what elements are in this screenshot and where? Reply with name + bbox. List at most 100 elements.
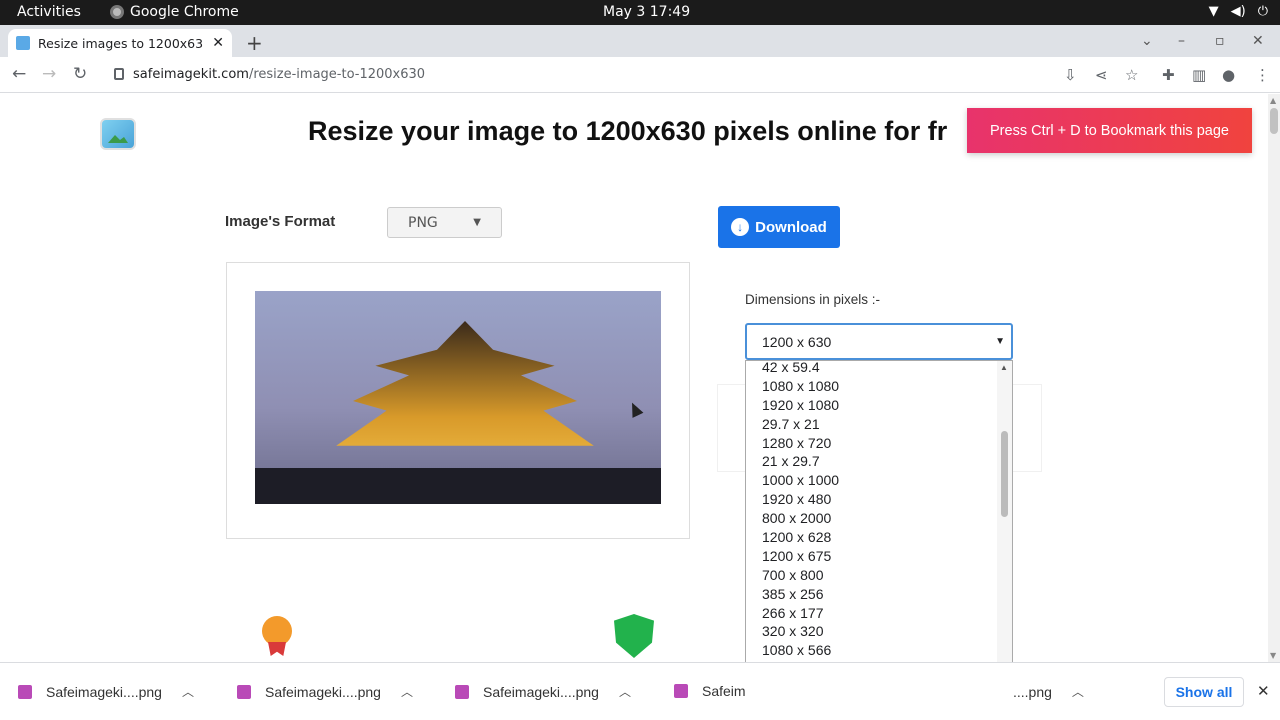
- download-button[interactable]: ↓ Download: [718, 206, 840, 248]
- dropdown-option[interactable]: 266 x 177: [746, 604, 998, 623]
- dimensions-value: 1200 x 630: [762, 333, 832, 350]
- close-downloads-icon[interactable]: ✕: [1257, 682, 1270, 700]
- dropdown-option[interactable]: 1000 x 1000: [746, 471, 998, 490]
- tab-close-icon[interactable]: ✕: [212, 35, 224, 51]
- dropdown-option[interactable]: 21 x 29.7: [746, 452, 998, 471]
- volume-icon: ◀): [1230, 4, 1246, 19]
- chrome-icon: [110, 5, 124, 19]
- scroll-up-icon[interactable]: ▲: [1000, 363, 1008, 372]
- dropdown-option[interactable]: 320 x 320: [746, 622, 998, 641]
- lock-icon[interactable]: [114, 68, 124, 80]
- reload-icon[interactable]: ↻: [73, 64, 87, 84]
- image-file-icon: [455, 684, 469, 699]
- dropdown-option[interactable]: 700 x 800: [746, 566, 998, 585]
- image-preview: [226, 262, 690, 539]
- download-item[interactable]: Safeimageki....png ︿: [237, 683, 413, 700]
- app-name: Google Chrome: [130, 4, 239, 20]
- bookmark-banner[interactable]: Press Ctrl + D to Bookmark this page: [967, 108, 1252, 153]
- dropdown-option[interactable]: 1200 x 628: [746, 528, 998, 547]
- award-badge-icon: [262, 616, 292, 646]
- scroll-down-icon[interactable]: ▼: [1270, 651, 1276, 660]
- dropdown-option[interactable]: 1200 x 675: [746, 547, 998, 566]
- download-filename: Safeimageki....png: [483, 683, 599, 700]
- chevron-up-icon[interactable]: ︿: [401, 683, 413, 700]
- menu-icon[interactable]: ⋮: [1255, 66, 1270, 84]
- download-item[interactable]: Safeimageki....png ︿: [18, 683, 194, 700]
- download-item[interactable]: Safeim: [674, 683, 746, 699]
- forward-icon[interactable]: →: [42, 64, 56, 84]
- download-filename: Safeim: [702, 683, 746, 699]
- tab-search-icon[interactable]: ⌄: [1141, 33, 1153, 49]
- tab-active[interactable]: Resize images to 1200x63 ✕: [8, 29, 232, 57]
- site-favicon-icon: [16, 36, 30, 50]
- wifi-icon: ▼: [1208, 4, 1219, 19]
- activities-button[interactable]: Activities: [17, 4, 81, 20]
- side-panel-icon[interactable]: ▥: [1192, 66, 1206, 84]
- address-bar[interactable]: safeimagekit.com/resize-image-to-1200x63…: [133, 67, 425, 82]
- downloads-bar: Safeimageki....png ︿ Safeimageki....png …: [0, 662, 1280, 720]
- tab-title: Resize images to 1200x63: [38, 35, 204, 51]
- dropdown-option[interactable]: 800 x 2000: [746, 509, 998, 528]
- url-domain: safeimagekit.com: [133, 67, 249, 82]
- chevron-up-icon[interactable]: ︿: [182, 683, 194, 700]
- page-title: Resize your image to 1200x630 pixels onl…: [308, 116, 948, 146]
- download-item[interactable]: Safeimageki....png ︿: [455, 683, 631, 700]
- app-menu[interactable]: Google Chrome: [110, 4, 239, 20]
- dimensions-select[interactable]: 1200 x 630 ▼: [745, 323, 1013, 360]
- download-label: Download: [755, 218, 827, 236]
- security-shield-icon: [614, 614, 654, 658]
- dropdown-option[interactable]: 1080 x 1080: [746, 377, 998, 396]
- dimensions-label: Dimensions in pixels :-: [745, 292, 881, 307]
- scroll-thumb[interactable]: [1001, 431, 1008, 517]
- dropdown-option[interactable]: 1080 x 566: [746, 641, 998, 660]
- extensions-icon[interactable]: ✚: [1162, 66, 1175, 84]
- image-file-icon: [674, 684, 688, 698]
- dropdown-option[interactable]: 42 x 59.4: [746, 361, 998, 377]
- dropdown-scrollbar[interactable]: ▲ ▼: [997, 361, 1012, 662]
- page-scroll-thumb[interactable]: [1270, 108, 1278, 134]
- dropdown-option[interactable]: 1280 x 720: [746, 434, 998, 453]
- url-path: /resize-image-to-1200x630: [248, 67, 426, 82]
- format-label: Image's Format: [225, 213, 336, 230]
- image-file-icon: [18, 684, 32, 699]
- dropdown-option[interactable]: 1920 x 1080: [746, 396, 998, 415]
- browser-toolbar: ← → ↻ safeimagekit.com/resize-image-to-1…: [0, 57, 1280, 93]
- clock[interactable]: May 3 17:49: [603, 4, 690, 20]
- chevron-down-icon: ▼: [995, 336, 1005, 347]
- building-base: [255, 468, 661, 504]
- scroll-up-icon[interactable]: ▲: [1270, 96, 1276, 105]
- install-icon[interactable]: ⇩: [1064, 66, 1077, 84]
- tab-strip: Resize images to 1200x63 ✕ + ⌄ – ▫ ✕: [0, 25, 1280, 57]
- chevron-down-icon: ▼: [473, 217, 481, 228]
- download-item[interactable]: ....png ︿: [1013, 683, 1084, 700]
- page-content: Resize your image to 1200x630 pixels onl…: [0, 94, 1268, 662]
- preview-image: [255, 291, 661, 504]
- minimize-icon[interactable]: –: [1178, 33, 1185, 49]
- dropdown-option[interactable]: 29.7 x 21: [746, 415, 998, 434]
- close-window-icon[interactable]: ✕: [1252, 33, 1264, 49]
- download-filename: ....png: [1013, 683, 1052, 700]
- dropdown-option[interactable]: 1920 x 480: [746, 490, 998, 509]
- new-tab-button[interactable]: +: [246, 31, 263, 55]
- site-logo-icon[interactable]: [100, 118, 136, 150]
- share-icon[interactable]: ⋖: [1095, 66, 1108, 84]
- power-icon: ⏻: [1257, 4, 1268, 19]
- dropdown-options: 42 x 59.4 1080 x 1080 1920 x 1080 29.7 x 21…: [746, 361, 998, 662]
- dimensions-dropdown[interactable]: 42 x 59.4 1080 x 1080 1920 x 1080 29.7 x 21…: [745, 360, 1013, 662]
- chevron-up-icon[interactable]: ︿: [619, 683, 631, 700]
- system-tray[interactable]: ▼ ◀) ⏻: [1209, 4, 1268, 19]
- maximize-icon[interactable]: ▫: [1215, 33, 1225, 49]
- download-filename: Safeimageki....png: [265, 683, 381, 700]
- star-icon[interactable]: ☆: [1125, 66, 1138, 84]
- back-icon[interactable]: ←: [12, 64, 26, 84]
- chevron-up-icon[interactable]: ︿: [1072, 683, 1084, 700]
- show-all-button[interactable]: Show all: [1164, 677, 1244, 707]
- dropdown-option[interactable]: 385 x 256: [746, 585, 998, 604]
- profile-icon[interactable]: ●: [1222, 66, 1235, 84]
- download-filename: Safeimageki....png: [46, 683, 162, 700]
- page-scrollbar[interactable]: ▲ ▼: [1268, 94, 1280, 662]
- format-select[interactable]: PNG ▼: [387, 207, 502, 238]
- image-file-icon: [237, 684, 251, 699]
- download-icon: ↓: [731, 218, 750, 236]
- format-value: PNG: [408, 214, 438, 231]
